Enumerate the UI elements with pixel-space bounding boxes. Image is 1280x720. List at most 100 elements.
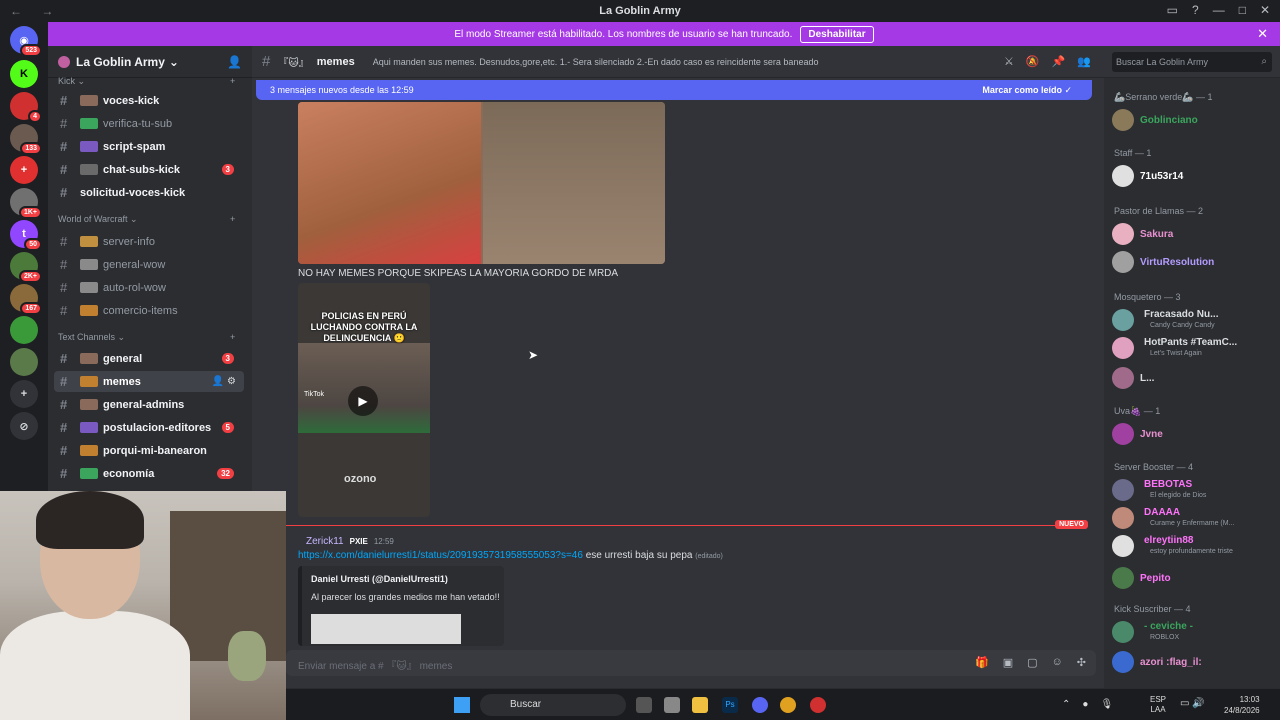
gif-icon[interactable]: ▣ [1003, 656, 1013, 669]
member-item[interactable]: - ceviche - ROBLOX [1112, 620, 1276, 644]
member-item[interactable]: Sakura [1112, 222, 1276, 246]
maximize-icon[interactable]: □ [1239, 3, 1246, 17]
clock[interactable]: 13:03 24/8/2026 [1224, 694, 1260, 716]
server-icon[interactable]: 1K+ [10, 188, 42, 219]
threads-icon[interactable]: ⚔ [1004, 55, 1014, 68]
home-icon[interactable]: ◉ 523 [10, 26, 42, 57]
file-explorer-icon[interactable] [692, 697, 708, 713]
add-channel-icon[interactable]: + [230, 214, 235, 224]
channel-item[interactable]: # porqui-mi-banearon [54, 440, 244, 461]
app-icon[interactable] [664, 697, 680, 713]
member-item[interactable]: Fracasado Nu... Candy Candy Candy [1112, 308, 1276, 332]
channel-item[interactable]: # auto-rol-wow [54, 277, 244, 298]
pin-icon[interactable]: 📌 [1052, 55, 1066, 68]
windows-start-icon[interactable] [454, 697, 470, 713]
channel-item[interactable]: # general-admins [54, 394, 244, 415]
member-item[interactable]: Pepito [1112, 566, 1276, 590]
app-icon[interactable] [810, 697, 826, 713]
author-name[interactable]: Zerick11 [306, 536, 344, 547]
server-icon[interactable] [10, 348, 38, 376]
channel-label: solicitud-voces-kick [80, 186, 186, 199]
language-indicator[interactable]: ESP LAA [1150, 695, 1166, 715]
channel-item[interactable]: # solicitud-voces-kick [54, 182, 244, 203]
search-input[interactable]: Buscar La Goblin Army ⌕ [1112, 52, 1272, 72]
server-icon[interactable]: + [10, 156, 38, 184]
server-icon[interactable]: 4 [10, 92, 42, 123]
server-icon[interactable]: t 50 [10, 220, 42, 251]
server-icon[interactable] [10, 316, 38, 344]
discord-icon[interactable] [752, 697, 768, 713]
server-icon[interactable]: 133 [10, 124, 42, 155]
member-item[interactable]: Jvne [1112, 422, 1276, 446]
image-left [298, 102, 481, 264]
photoshop-icon[interactable]: Ps [722, 697, 738, 713]
channel-item[interactable]: # verifica-tu-sub [54, 113, 244, 134]
mark-read-button[interactable]: Marcar como leído ✓ [982, 85, 1072, 96]
member-item[interactable]: azori :flag_il: [1112, 650, 1276, 674]
channel-topic[interactable]: Aqui manden sus memes. Desnudos,gore,etc… [373, 57, 819, 67]
system-tray[interactable]: ⌃ ● 🎙 [1062, 699, 1113, 710]
member-item[interactable]: BEBOTAS El elegido de Dios [1112, 478, 1276, 502]
disable-button[interactable]: Deshabilitar [800, 25, 874, 43]
category-wow[interactable]: World of Warcraft ⌄ + [58, 214, 235, 225]
chrome-icon[interactable] [780, 697, 796, 713]
member-item[interactable]: elreytiin88 estoy profundamente triste [1112, 534, 1276, 558]
video-attachment[interactable]: POLICIAS EN PERÚ LUCHANDO CONTRA LA DELI… [298, 283, 430, 517]
member-item[interactable]: Goblinciano [1112, 108, 1276, 132]
channel-item[interactable]: # server-info [54, 231, 244, 252]
server-icon[interactable]: 167 [10, 284, 42, 315]
close-icon[interactable]: ✕ [1260, 3, 1270, 17]
add-channel-icon[interactable]: + [230, 332, 235, 342]
message-input[interactable]: Enviar mensaje a # 『🐱』 memes 🎁 ▣ ▢ ☺ ✣ [286, 650, 1096, 676]
server-icon[interactable]: 2K+ [10, 252, 42, 283]
channel-item[interactable]: # general 3 [54, 348, 244, 369]
help-icon[interactable]: ? [1192, 3, 1199, 17]
emoji-icon[interactable]: ☺ [1052, 656, 1063, 669]
member-item[interactable]: DAAAA Curame y Enfermame (M... [1112, 506, 1276, 530]
channel-item[interactable]: # memes 👤 ⚙ [54, 371, 244, 392]
message-link[interactable]: https://x.com/danielurresti1/status/2091… [298, 550, 583, 561]
avatar [1112, 535, 1134, 557]
server-header[interactable]: La Goblin Army ⌄ 👤 [48, 46, 252, 78]
member-item[interactable]: VirtuResolution [1112, 250, 1276, 274]
new-messages-bar[interactable]: 3 mensajes nuevos desde las 12:59 Marcar… [256, 80, 1092, 100]
taskbar-search[interactable]: Buscar [480, 694, 626, 716]
member-item[interactable]: HotPants #TeamC... Let's Twist Again [1112, 336, 1276, 360]
close-banner-icon[interactable]: ✕ [1257, 26, 1268, 42]
channel-item[interactable]: # economía 32 [54, 463, 244, 484]
notifications-icon[interactable]: 🔕 [1026, 55, 1040, 68]
channel-item[interactable]: # chat-subs-kick 3 [54, 159, 244, 180]
play-icon[interactable]: ▶ [348, 386, 378, 416]
inbox-icon[interactable]: ▭ [1167, 3, 1178, 17]
channel-item[interactable]: # comercio-items [54, 300, 244, 321]
channel-item[interactable]: # general-wow [54, 254, 244, 275]
member-item[interactable]: L... [1112, 366, 1276, 390]
channel-item[interactable]: # postulacion-editores 5 [54, 417, 244, 438]
add-server-icon[interactable]: + [10, 380, 38, 408]
category-kick[interactable]: Kick ⌄ + [58, 76, 235, 87]
meme-image[interactable] [298, 102, 665, 264]
sticker-icon[interactable]: ▢ [1027, 656, 1037, 669]
add-member-icon[interactable]: 👤 [227, 55, 242, 69]
channel-item[interactable]: # script-spam [54, 136, 244, 157]
server-icon[interactable]: K [10, 60, 38, 88]
tray-app-icon[interactable]: ● [1082, 699, 1088, 710]
minimize-icon[interactable]: — [1213, 3, 1225, 17]
window-controls[interactable]: ▭ ? — □ ✕ [1167, 3, 1270, 17]
embed-image[interactable] [311, 614, 461, 644]
avatar [1112, 337, 1134, 359]
channel-item[interactable]: # voces-kick [54, 90, 244, 111]
chevron-up-icon[interactable]: ⌃ [1062, 699, 1070, 710]
mic-icon[interactable]: 🎙 [1100, 699, 1113, 710]
discover-icon[interactable]: ⊘ [10, 412, 38, 440]
network-volume-icons[interactable]: ▭ 🔊 [1180, 698, 1205, 709]
add-channel-icon[interactable]: + [230, 76, 235, 86]
apps-icon[interactable]: ✣ [1077, 656, 1086, 669]
members-icon[interactable]: 👥 [1077, 55, 1091, 68]
embed-author[interactable]: Daniel Urresti (@DanielUrresti1) [311, 574, 448, 584]
gift-icon[interactable]: 🎁 [975, 656, 989, 669]
channel-settings-icon[interactable]: 👤 ⚙ [212, 376, 236, 387]
task-view-icon[interactable] [636, 697, 652, 713]
member-item[interactable]: 71u53r14 [1112, 164, 1276, 188]
category-text[interactable]: Text Channels ⌄ + [58, 332, 235, 343]
